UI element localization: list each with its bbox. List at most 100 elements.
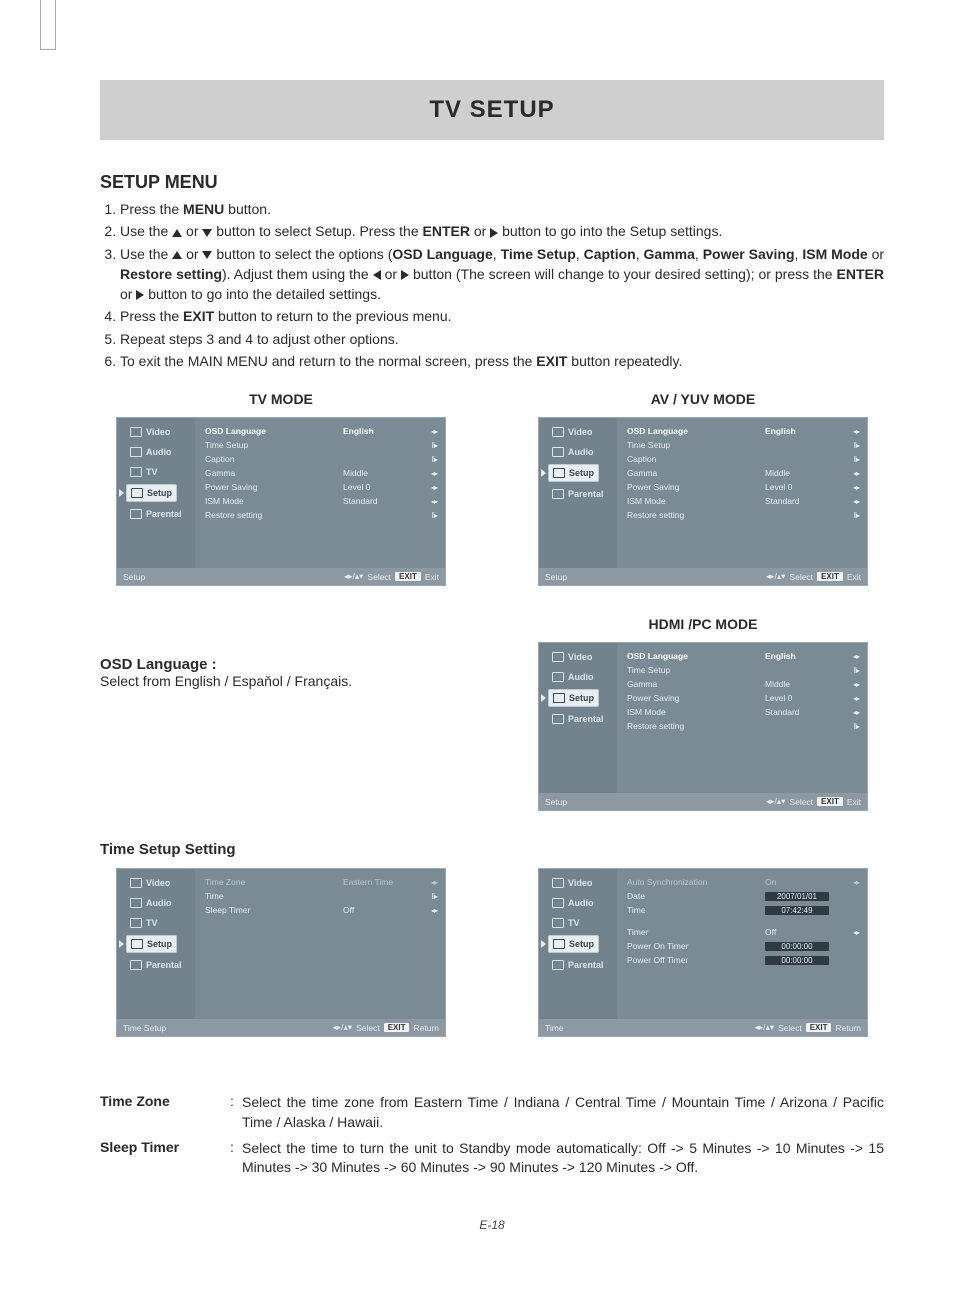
sidebar-item-video: Video <box>548 424 596 440</box>
sidebar-item-tv: TV <box>548 915 584 931</box>
nav-arrows-icon: ◂▸/▴▾ <box>344 571 363 582</box>
video-icon <box>552 652 564 662</box>
power-on-timer-field: 00:00:00 <box>765 942 829 951</box>
down-arrow-icon <box>202 229 212 237</box>
sidebar-item-audio: Audio <box>126 444 176 460</box>
enter-arrow-icon: ‖▸ <box>835 455 859 464</box>
sidebar-item-parental: Parental <box>548 711 608 727</box>
adjust-arrows-icon: ◂▸ <box>835 497 859 506</box>
osd-screenshot-time: Video Audio TV Setup Parental Auto Synch… <box>538 868 868 1037</box>
osd-screenshot-av: Video Audio Setup Parental OSD LanguageE… <box>538 417 868 586</box>
adjust-arrows-icon: ◂▸ <box>413 469 437 478</box>
left-arrow-icon <box>373 270 381 280</box>
sidebar-item-video: Video <box>126 875 174 891</box>
sidebar-item-audio: Audio <box>126 895 176 911</box>
osd-screenshot-time-setup: Video Audio TV Setup Parental Time ZoneE… <box>116 868 446 1037</box>
exit-badge: EXIT <box>384 1023 410 1032</box>
enter-arrow-icon: ‖▸ <box>413 441 437 450</box>
nav-arrows-icon: ◂▸/▴▾ <box>766 796 785 807</box>
enter-arrow-icon: ‖▸ <box>835 666 859 675</box>
setup-icon <box>553 939 565 949</box>
section-heading: SETUP MENU <box>100 172 884 193</box>
nav-arrows-icon: ◂▸/▴▾ <box>333 1022 352 1033</box>
power-off-timer-field: 00:00:00 <box>765 956 829 965</box>
adjust-arrows-icon: ◂▸ <box>835 708 859 717</box>
sidebar-item-setup: Setup <box>548 689 599 707</box>
sidebar-item-setup: Setup <box>548 464 599 482</box>
footer-title: Setup <box>545 572 567 582</box>
sidebar-item-tv: TV <box>126 464 162 480</box>
sidebar-item-video: Video <box>548 875 596 891</box>
adjust-arrows-icon: ◂▸ <box>835 427 859 436</box>
setup-icon <box>553 468 565 478</box>
footer-title: Time <box>545 1023 564 1033</box>
sidebar-item-parental: Parental <box>548 957 608 973</box>
osd-language-desc: Select from English / Espaňol / Français… <box>100 673 462 689</box>
right-arrow-icon <box>401 270 409 280</box>
footer-title: Time Setup <box>123 1023 166 1033</box>
adjust-arrows-icon: ◂▸ <box>835 652 859 661</box>
adjust-arrows-icon: ◂▸ <box>835 878 859 887</box>
step-5: Repeat steps 3 and 4 to adjust other opt… <box>120 329 884 349</box>
audio-icon <box>552 672 564 682</box>
setup-icon <box>131 488 143 498</box>
adjust-arrows-icon: ◂▸ <box>413 483 437 492</box>
tv-icon <box>130 918 142 928</box>
osd-screenshot-hdmi: Video Audio Setup Parental OSD LanguageE… <box>538 642 868 811</box>
adjust-arrows-icon: ◂▸ <box>835 694 859 703</box>
adjust-arrows-icon: ◂▸ <box>413 497 437 506</box>
tv-icon <box>552 918 564 928</box>
sidebar-item-parental: Parental <box>126 506 186 522</box>
time-setup-heading: Time Setup Setting <box>100 841 884 858</box>
page-number: E-18 <box>100 1218 884 1232</box>
mode-label-hdmi: HDMI /PC MODE <box>522 616 884 632</box>
sidebar-item-video: Video <box>548 649 596 665</box>
step-1: Press the MENU button. <box>120 199 884 219</box>
parental-icon <box>130 960 142 970</box>
date-field: 2007/01/01 <box>765 892 829 901</box>
sidebar-item-tv: TV <box>126 915 162 931</box>
up-arrow-icon <box>172 229 182 237</box>
parental-icon <box>552 714 564 724</box>
right-arrow-icon <box>490 228 498 238</box>
video-icon <box>130 427 142 437</box>
instruction-list: Press the MENU button. Use the or button… <box>100 199 884 371</box>
osd-screenshot-tv: Video Audio TV Setup Parental OSD Langua… <box>116 417 446 586</box>
sidebar-item-setup: Setup <box>126 484 177 502</box>
setup-icon <box>131 939 143 949</box>
audio-icon <box>130 898 142 908</box>
adjust-arrows-icon: ◂▸ <box>835 928 859 937</box>
pointer-icon <box>119 940 124 948</box>
adjust-arrows-icon: ◂▸ <box>413 906 437 915</box>
exit-badge: EXIT <box>395 572 421 581</box>
page-title: TV SETUP <box>100 80 884 140</box>
exit-badge: EXIT <box>817 797 843 806</box>
parental-icon <box>130 509 142 519</box>
footer-title: Setup <box>123 572 145 582</box>
step-6: To exit the MAIN MENU and return to the … <box>120 351 884 371</box>
step-2: Use the or button to select Setup. Press… <box>120 221 884 241</box>
enter-arrow-icon: ‖▸ <box>413 892 437 901</box>
video-icon <box>552 878 564 888</box>
adjust-arrows-icon: ◂▸ <box>413 878 437 887</box>
definition-time-zone: Time Zone : Select the time zone from Ea… <box>100 1093 884 1132</box>
sidebar-item-parental: Parental <box>126 957 186 973</box>
adjust-arrows-icon: ◂▸ <box>413 427 437 436</box>
enter-arrow-icon: ‖▸ <box>413 455 437 464</box>
exit-badge: EXIT <box>817 572 843 581</box>
mode-label-av: AV / YUV MODE <box>522 391 884 407</box>
sidebar-item-parental: Parental <box>548 486 608 502</box>
video-icon <box>130 878 142 888</box>
video-icon <box>552 427 564 437</box>
sidebar-item-audio: Audio <box>548 669 598 685</box>
sidebar-item-video: Video <box>126 424 174 440</box>
footer-title: Setup <box>545 797 567 807</box>
parental-icon <box>552 489 564 499</box>
up-arrow-icon <box>172 251 182 259</box>
sidebar-item-setup: Setup <box>548 935 599 953</box>
page-tab-decoration <box>40 0 56 50</box>
step-3: Use the or button to select the options … <box>120 244 884 305</box>
nav-arrows-icon: ◂▸/▴▾ <box>755 1022 774 1033</box>
definition-sleep-timer: Sleep Timer : Select the time to turn th… <box>100 1139 884 1178</box>
parental-icon <box>552 960 564 970</box>
